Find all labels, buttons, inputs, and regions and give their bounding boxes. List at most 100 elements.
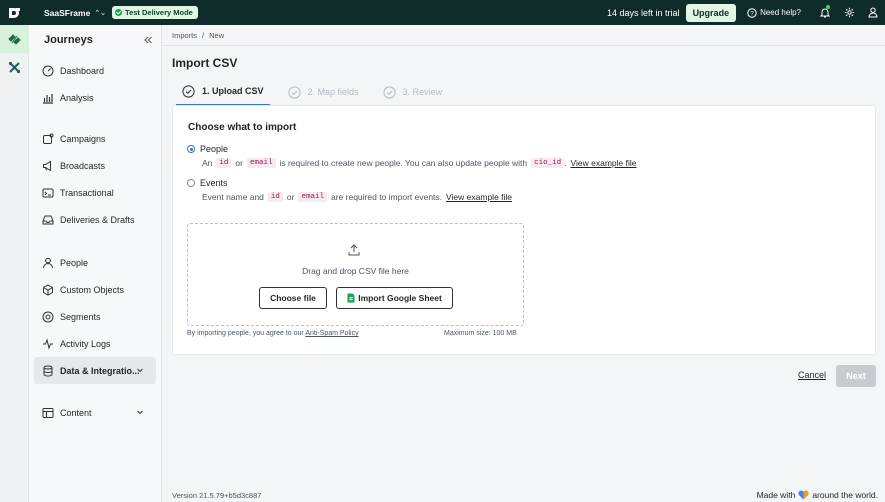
notifications-button[interactable] [813, 0, 837, 25]
cancel-button[interactable]: Cancel [798, 370, 826, 380]
deliveries-icon [42, 215, 54, 224]
desc-text: is required to create new people. You ca… [279, 158, 528, 168]
breadcrumb: Imports / New [162, 25, 885, 46]
check-circle-icon [287, 85, 301, 99]
step-map-fields: 2. Map fields [282, 80, 365, 104]
analysis-icon [43, 93, 53, 104]
sidebar-item-broadcasts[interactable]: Broadcasts [34, 152, 156, 179]
workspace-switcher[interactable]: SaaSFrame ⌃⌄ [44, 8, 106, 18]
made-suffix: around the world. [812, 490, 878, 500]
upgrade-button[interactable]: Upgrade [685, 3, 737, 22]
people-radio-label: People [200, 144, 229, 154]
top-bar: SaaSFrame ⌃⌄ Test Delivery Mode 14 days … [0, 0, 885, 25]
sidebar-item-people[interactable]: People [34, 249, 156, 276]
events-description: Event name and id or email are required … [202, 192, 512, 202]
sidebar-item-label: Activity Logs [60, 338, 111, 349]
sidebar-item-label: Content [60, 407, 92, 418]
sidebar-item-label: Campaigns [60, 133, 106, 144]
rail-tools[interactable] [0, 53, 29, 81]
events-radio-label: Events [200, 178, 228, 188]
sidebar-item-data-integrations[interactable]: Data & Integratio... [34, 357, 156, 384]
desc-text: Event name and [202, 192, 264, 202]
sidebar-item-label: Custom Objects [60, 284, 125, 295]
sidebar-item-transactional[interactable]: Transactional [34, 179, 156, 206]
dashboard-icon [42, 65, 54, 76]
sidebar-item-label: Analysis [60, 92, 94, 103]
people-icon [43, 257, 53, 268]
desc-text: are required to import events. [331, 192, 443, 202]
import-google-sheet-button[interactable]: Import Google Sheet [336, 287, 453, 309]
sidebar-item-label: Data & Integratio... [60, 365, 140, 376]
anti-spam-link[interactable]: Anti-Spam Policy [305, 330, 358, 337]
version-text: Version 21.5.79+b5d3c887 [172, 491, 262, 500]
sidebar-item-label: People [60, 257, 89, 268]
help-label: Need help? [760, 8, 801, 17]
breadcrumb-separator: / [202, 30, 205, 40]
app-logo[interactable] [0, 0, 28, 25]
sidebar-item-activity-logs[interactable]: Activity Logs [34, 330, 156, 357]
max-size: Maximum size: 100 MB [444, 330, 517, 337]
csv-dropzone[interactable]: Drag and drop CSV file here Choose file … [187, 223, 524, 326]
sidebar-item-label: Deliveries & Drafts [60, 214, 135, 225]
collapse-sidebar-icon[interactable] [143, 35, 153, 45]
segments-icon [42, 311, 54, 322]
help-button[interactable]: ? Need help? [747, 7, 801, 18]
sidebar-item-analysis[interactable]: Analysis [34, 84, 156, 111]
sidebar-item-dashboard[interactable]: Dashboard [34, 57, 156, 84]
people-example-link[interactable]: View example file [571, 158, 637, 168]
step-label: 2. Map fields [307, 87, 359, 97]
workspace-name: SaaSFrame [44, 7, 91, 18]
broadcasts-icon [43, 160, 51, 171]
check-circle-icon [382, 85, 396, 99]
check-icon [115, 9, 123, 16]
sidebar-item-label: Segments [60, 311, 101, 322]
gear-icon [844, 7, 854, 18]
step-label: 1. Upload CSV [202, 86, 264, 96]
events-example-link[interactable]: View example file [446, 192, 512, 202]
code-email: email [246, 158, 276, 168]
rail-journeys[interactable] [0, 25, 29, 53]
notification-dot [826, 5, 830, 9]
journeys-icon [8, 33, 21, 45]
sidebar-item-deliveries[interactable]: Deliveries & Drafts [34, 206, 156, 233]
sidebar-item-segments[interactable]: Segments [34, 303, 156, 330]
google-sheets-icon [347, 293, 355, 303]
code-cio-id: cio_id [531, 158, 565, 168]
events-radio[interactable] [187, 179, 195, 187]
step-label: 3. Review [402, 87, 443, 97]
activity-logs-icon [43, 337, 53, 350]
people-option[interactable]: People [187, 144, 228, 154]
breadcrumb-imports[interactable]: Imports [172, 31, 197, 40]
profile-button[interactable] [861, 0, 885, 25]
made-prefix: Made with [756, 490, 796, 500]
desc-text: . [564, 158, 567, 168]
events-option[interactable]: Events [187, 178, 228, 188]
page-title: Import CSV [172, 56, 238, 70]
trial-text: 14 days left in trial [607, 7, 680, 18]
next-button[interactable]: Next [836, 365, 876, 387]
people-radio[interactable] [187, 145, 195, 153]
database-icon [43, 365, 53, 377]
step-upload-csv[interactable]: 1. Upload CSV [176, 80, 270, 106]
content-icon [42, 407, 54, 418]
sidebar-item-label: Dashboard [60, 65, 105, 76]
tools-icon [8, 61, 21, 73]
settings-button[interactable] [837, 0, 861, 25]
sidebar-item-campaigns[interactable]: Campaigns [34, 125, 156, 152]
sidebar-item-custom-objects[interactable]: Custom Objects [34, 276, 156, 303]
anti-spam-notice: By importing people, you agree to our An… [187, 330, 359, 337]
sidebar-title: Journeys [44, 34, 93, 46]
import-card: Choose what to import People An id or em… [172, 105, 876, 355]
breadcrumb-current: New [209, 30, 225, 40]
step-review: 3. Review [377, 80, 449, 104]
switch-chevron-icon: ⌃⌄ [94, 9, 107, 17]
user-icon [868, 7, 878, 18]
choose-file-button[interactable]: Choose file [259, 287, 327, 309]
code-id: id [216, 158, 232, 168]
sidebar-item-content[interactable]: Content [34, 399, 156, 426]
import-heading: Choose what to import [188, 122, 297, 133]
upload-icon [348, 244, 360, 256]
chevron-down-icon [137, 410, 143, 415]
test-delivery-mode-badge[interactable]: Test Delivery Mode [112, 6, 198, 19]
sidebar-item-label: Broadcasts [60, 160, 106, 171]
